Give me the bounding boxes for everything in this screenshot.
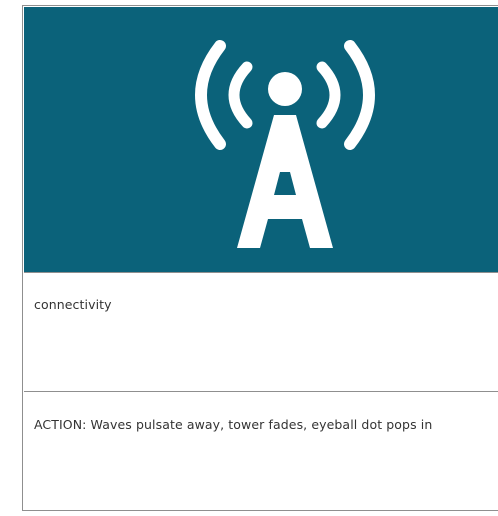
illustration-panel — [24, 7, 498, 273]
outer-right-wave — [344, 40, 375, 150]
outer-left-wave — [195, 40, 226, 150]
inner-right-wave — [316, 61, 341, 129]
tower-top-dot — [268, 72, 302, 106]
action-text: ACTION: Waves pulsate away, tower fades,… — [34, 417, 433, 432]
label-text: connectivity — [34, 297, 112, 312]
signal-tower-icon — [195, 40, 375, 248]
storyboard-frame: connectivity ACTION: Waves pulsate away,… — [22, 5, 498, 511]
tower-body — [237, 115, 333, 248]
label-row: connectivity — [24, 273, 498, 392]
action-row: ACTION: Waves pulsate away, tower fades,… — [24, 392, 498, 511]
inner-left-wave — [228, 61, 253, 129]
